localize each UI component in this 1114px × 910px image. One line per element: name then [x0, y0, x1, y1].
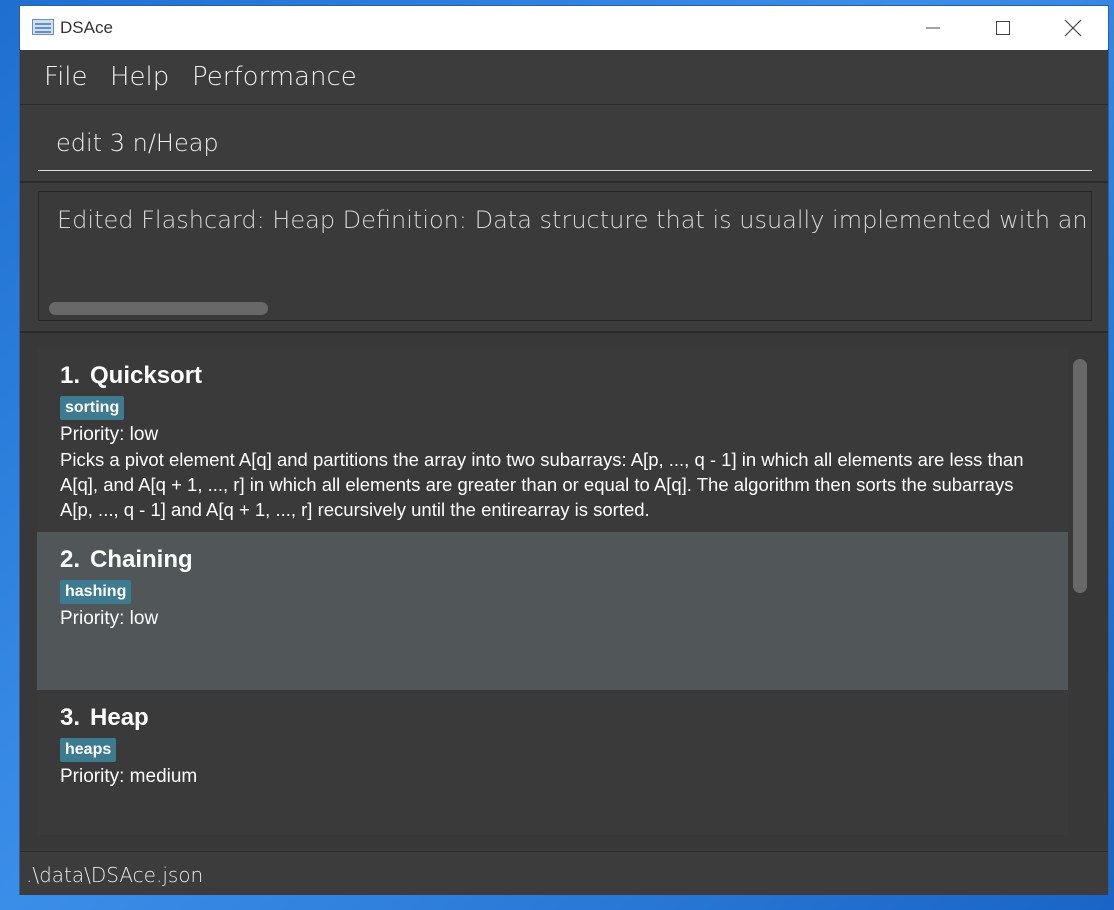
flashcard-index: 3. — [60, 704, 81, 731]
menu-bar: File Help Performance — [20, 50, 1108, 105]
tag-badge: heaps — [60, 738, 117, 762]
flashcard-card-selected[interactable]: 2. Chaining hashing Priority: low — [37, 532, 1068, 690]
menu-file[interactable]: File — [44, 62, 88, 92]
flashcard-card[interactable]: 3. Heap heaps Priority: medium — [37, 690, 1068, 835]
flashcard-name: Quicksort — [90, 362, 203, 389]
command-box — [20, 105, 1108, 183]
vertical-scrollbar-thumb[interactable] — [1073, 359, 1087, 593]
close-button[interactable] — [1038, 6, 1108, 50]
window-title: DSAce — [60, 18, 113, 37]
flashcard-title: 1. Quicksort — [60, 362, 1068, 390]
flashcard-priority: Priority: low — [60, 608, 159, 629]
app-icon — [32, 19, 54, 35]
menu-help[interactable]: Help — [110, 62, 169, 92]
flashcard-priority: Priority: medium — [60, 766, 198, 787]
app-window: DSAce File Help Performance Edited Flash… — [20, 6, 1108, 895]
flashcard-card[interactable]: 1. Quicksort sorting Priority: low Picks … — [37, 348, 1068, 532]
title-bar[interactable]: DSAce — [20, 6, 1108, 50]
flashcard-name: Chaining — [90, 546, 193, 573]
maximize-icon — [996, 21, 1010, 35]
result-text: Edited Flashcard: Heap Definition: Data … — [57, 206, 1091, 234]
flashcard-title: 3. Heap — [60, 704, 1068, 732]
flashcard-index: 2. — [60, 546, 81, 573]
flashcard-index: 1. — [60, 362, 81, 389]
tag-badge: sorting — [60, 396, 125, 420]
flashcard-priority: Priority: low — [60, 424, 159, 445]
close-icon — [1064, 19, 1082, 37]
minimize-icon — [926, 27, 940, 29]
result-box: Edited Flashcard: Heap Definition: Data … — [38, 191, 1092, 321]
command-input[interactable] — [38, 115, 1092, 171]
flashcard-title: 2. Chaining — [60, 546, 1068, 574]
flashcard-list-panel: 1. Quicksort sorting Priority: low Picks … — [20, 333, 1108, 849]
menu-performance[interactable]: Performance — [192, 62, 357, 92]
flashcard-name: Heap — [90, 704, 149, 731]
horizontal-scrollbar[interactable] — [49, 302, 268, 315]
save-location: .\data\DSAce.json — [26, 863, 204, 887]
status-bar: .\data\DSAce.json — [20, 851, 1108, 895]
vertical-scrollbar-track[interactable] — [1070, 353, 1090, 833]
minimize-button[interactable] — [898, 6, 968, 50]
maximize-button[interactable] — [968, 6, 1038, 50]
flashcard-definition: Picks a pivot element A[q] and partition… — [60, 449, 1024, 520]
tag-badge: hashing — [60, 580, 132, 604]
flashcard-list[interactable]: 1. Quicksort sorting Priority: low Picks … — [37, 348, 1068, 835]
result-display: Edited Flashcard: Heap Definition: Data … — [20, 183, 1108, 333]
